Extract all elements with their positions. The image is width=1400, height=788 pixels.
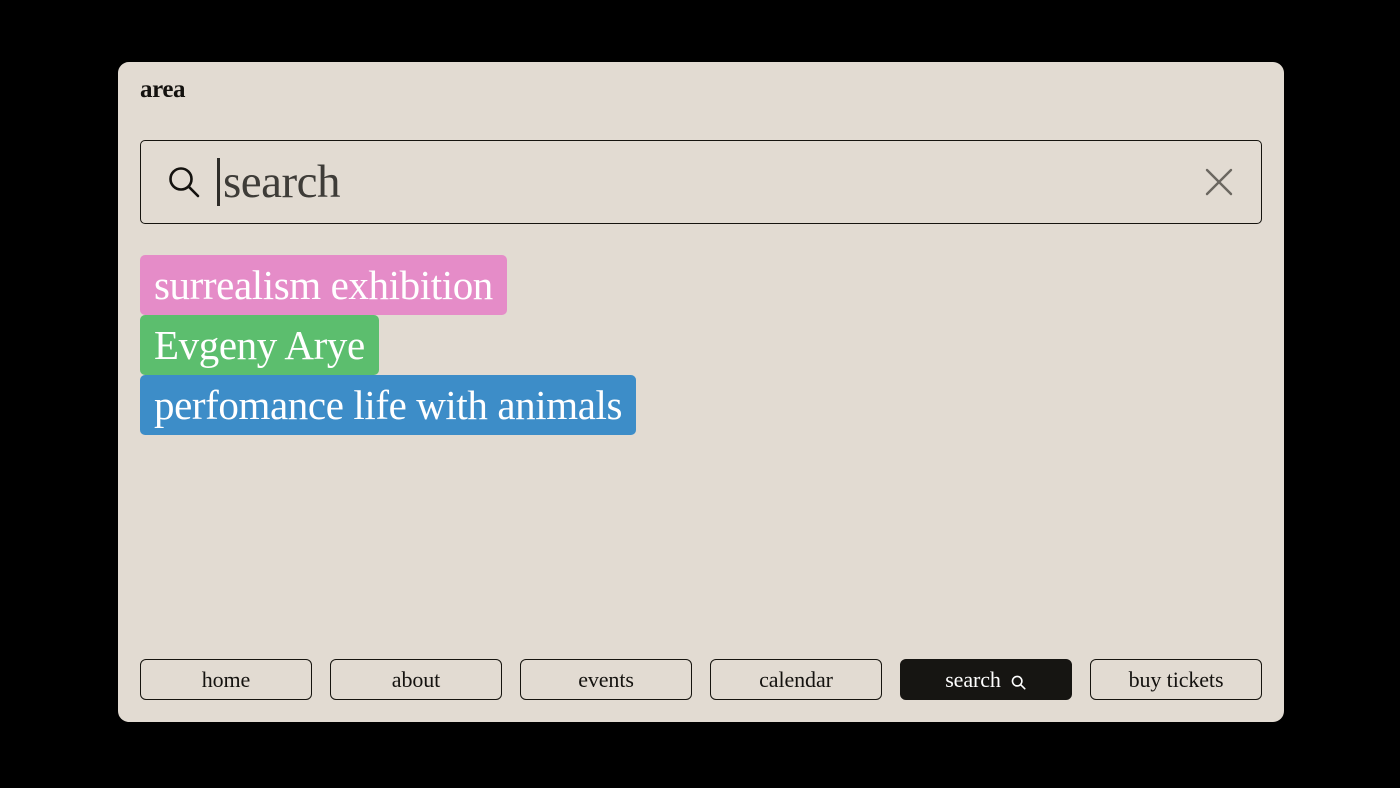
search-suggestions: surrealism exhibition Evgeny Arye perfom… — [140, 255, 637, 435]
bottom-nav: home about events calendar search buy ti… — [140, 659, 1262, 700]
close-icon[interactable] — [1199, 162, 1239, 202]
nav-item-about[interactable]: about — [330, 659, 502, 700]
nav-item-events[interactable]: events — [520, 659, 692, 700]
suggestion-chip[interactable]: surrealism exhibition — [140, 255, 507, 315]
nav-item-label: buy tickets — [1128, 666, 1224, 692]
text-caret — [217, 158, 220, 206]
nav-item-calendar[interactable]: calendar — [710, 659, 882, 700]
nav-item-search[interactable]: search — [900, 659, 1072, 700]
nav-item-label: search — [945, 666, 1001, 692]
nav-item-label: calendar — [759, 666, 833, 692]
search-bar[interactable]: search — [140, 140, 1262, 224]
nav-item-home[interactable]: home — [140, 659, 312, 700]
logo[interactable]: area — [140, 77, 186, 102]
search-placeholder: search — [223, 155, 341, 208]
suggestion-chip[interactable]: perfomance life with animals — [140, 375, 637, 435]
nav-item-label: about — [391, 666, 441, 692]
screen: area search surrealism exhibition Evgeny… — [0, 0, 1400, 788]
nav-item-label: events — [578, 666, 634, 692]
nav-item-label: home — [201, 666, 251, 692]
nav-item-buy-tickets[interactable]: buy tickets — [1090, 659, 1262, 700]
search-icon — [1010, 671, 1027, 690]
suggestion-chip[interactable]: Evgeny Arye — [140, 315, 379, 375]
search-input[interactable]: search — [217, 141, 1199, 223]
app-panel: area search surrealism exhibition Evgeny… — [118, 62, 1284, 722]
search-icon — [165, 163, 203, 201]
